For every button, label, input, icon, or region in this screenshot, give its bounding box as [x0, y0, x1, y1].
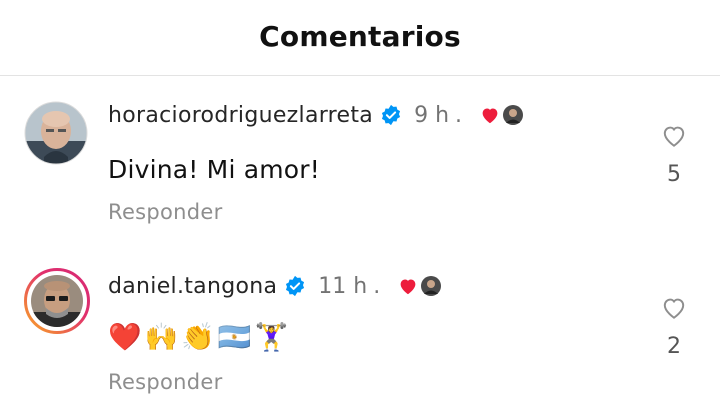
liked-by-author-heart-icon [398, 277, 418, 295]
separator-dot: . [373, 273, 381, 299]
heart-outline-icon [663, 126, 685, 147]
raising-hands-emoji: 🙌 [144, 322, 179, 353]
comment-emoji-text: ❤️ 🙌 👏 🇦🇷 🏋️‍♀️ [108, 322, 291, 354]
comment-meta: daniel.tangona 11 h . [108, 270, 442, 302]
timestamp: 9 h [414, 102, 450, 128]
clapping-hands-emoji: 👏 [181, 322, 215, 353]
avatar[interactable] [24, 101, 88, 165]
avatar[interactable] [24, 268, 90, 334]
page-title: Comentarios [259, 20, 461, 53]
reply-button[interactable]: Responder [108, 200, 223, 224]
like-button[interactable] [658, 293, 690, 323]
verified-badge-icon [380, 104, 402, 126]
username-link[interactable]: horaciorodriguezlarreta [108, 103, 373, 128]
comment-text: Divina! Mi amor! [108, 155, 321, 184]
separator-dot: . [455, 102, 463, 128]
author-mini-avatar-icon [503, 105, 524, 125]
red-heart-emoji: ❤️ [108, 322, 142, 353]
like-button[interactable] [658, 121, 690, 151]
like-count: 5 [667, 162, 681, 187]
username-link[interactable]: daniel.tangona [108, 274, 277, 299]
comments-header: Comentarios [0, 0, 720, 76]
reply-button[interactable]: Responder [108, 370, 223, 394]
timestamp: 11 h [318, 273, 368, 299]
like-count: 2 [667, 334, 681, 359]
liked-by-author-heart-icon [480, 106, 500, 124]
heart-outline-icon [663, 298, 685, 319]
comment-meta: horaciorodriguezlarreta 9 h . [108, 99, 524, 131]
author-mini-avatar-icon [421, 276, 442, 296]
argentina-flag-emoji: 🇦🇷 [217, 322, 252, 353]
verified-badge-icon [284, 275, 306, 297]
weightlifter-emoji: 🏋️‍♀️ [254, 322, 289, 353]
